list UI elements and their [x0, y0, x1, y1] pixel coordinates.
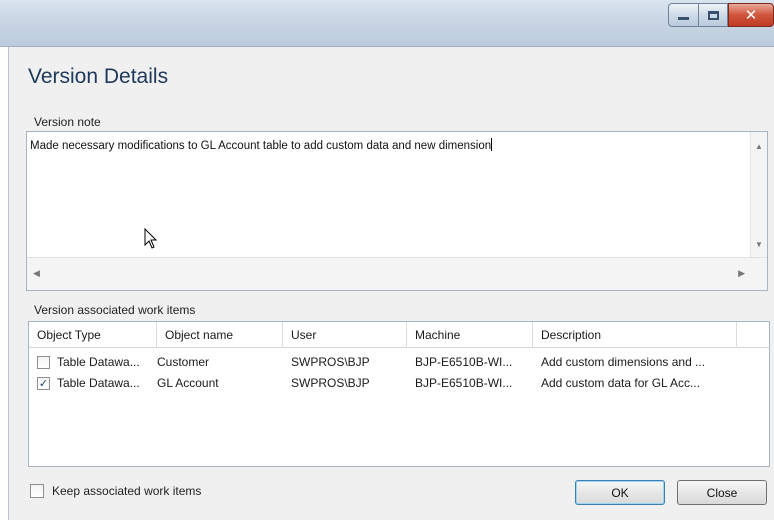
- table-row[interactable]: Table Datawa... Customer SWPROS\BJP BJP-…: [29, 352, 769, 372]
- row-checkbox[interactable]: [37, 356, 50, 369]
- ok-button[interactable]: OK: [575, 480, 665, 505]
- scroll-up-icon[interactable]: ▲: [755, 142, 763, 151]
- close-button[interactable]: Close: [677, 480, 767, 505]
- cell-description: Add custom data for GL Acc...: [541, 376, 700, 390]
- row-checkbox[interactable]: ✓: [37, 377, 50, 390]
- window-controls: ✕: [668, 3, 774, 29]
- scroll-left-icon[interactable]: ◀: [33, 268, 40, 279]
- version-note-text[interactable]: Made necessary modifications to GL Accou…: [30, 138, 493, 152]
- cell-object-type: Table Datawa...: [57, 355, 140, 369]
- cell-machine: BJP-E6510B-WI...: [415, 376, 513, 390]
- column-header-machine[interactable]: Machine: [407, 322, 533, 348]
- scroll-down-icon[interactable]: ▼: [755, 240, 763, 249]
- column-header-user[interactable]: User: [283, 322, 407, 348]
- cell-machine: BJP-E6510B-WI...: [415, 355, 513, 369]
- window-title-bar[interactable]: ✕: [0, 0, 774, 47]
- version-details-dialog: Version Details Version note Made necess…: [8, 47, 774, 520]
- page-title: Version Details: [28, 65, 169, 88]
- column-header-object-name[interactable]: Object name: [157, 322, 283, 348]
- text-caret: [491, 138, 493, 151]
- close-icon: ✕: [744, 5, 758, 24]
- keep-work-items-checkbox[interactable]: [30, 484, 44, 498]
- work-items-list[interactable]: Object Type Object name User Machine Des…: [28, 321, 770, 467]
- maximize-button[interactable]: [698, 3, 728, 27]
- column-header-object-type[interactable]: Object Type: [29, 322, 157, 348]
- version-note-label: Version note: [34, 115, 101, 129]
- maximize-icon: [707, 10, 719, 20]
- cell-object-type: Table Datawa...: [57, 376, 140, 390]
- cell-description: Add custom dimensions and ...: [541, 355, 706, 369]
- cell-object-name: Customer: [157, 355, 210, 369]
- keep-work-items-label[interactable]: Keep associated work items: [52, 484, 201, 498]
- vertical-scrollbar[interactable]: ▲ ▼: [750, 132, 767, 257]
- cell-user: SWPROS\BJP: [291, 376, 370, 390]
- work-items-label: Version associated work items: [34, 303, 196, 317]
- list-header: Object Type Object name User Machine Des…: [29, 322, 769, 348]
- version-note-textarea[interactable]: Made necessary modifications to GL Accou…: [26, 131, 768, 291]
- horizontal-scrollbar[interactable]: ◀ ▶: [27, 257, 767, 290]
- minimize-button[interactable]: [668, 3, 698, 27]
- scroll-right-icon[interactable]: ▶: [738, 268, 745, 279]
- close-window-button[interactable]: ✕: [728, 3, 774, 27]
- cell-object-name: GL Account: [157, 376, 219, 390]
- table-row[interactable]: ✓ Table Datawa... GL Account SWPROS\BJP …: [29, 373, 769, 393]
- column-header-description[interactable]: Description: [533, 322, 737, 348]
- minimize-icon: [678, 17, 689, 20]
- mouse-pointer-icon: [144, 228, 158, 249]
- cell-user: SWPROS\BJP: [291, 355, 370, 369]
